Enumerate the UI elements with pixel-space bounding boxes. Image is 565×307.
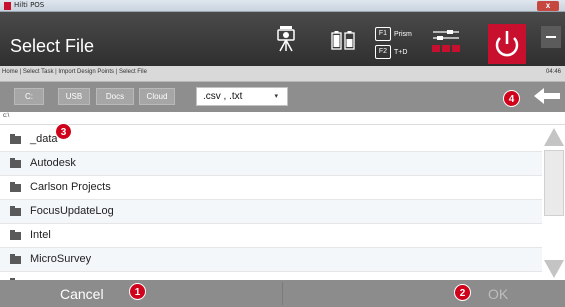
callout-badge-3: 3: [55, 123, 72, 140]
current-path-bar: c:\: [0, 112, 565, 125]
folder-name: MicroSurvey: [30, 253, 92, 265]
callout-badge-4: 4: [503, 90, 520, 107]
minimize-button[interactable]: [541, 26, 561, 48]
f1-key-label: F1: [375, 27, 391, 41]
drive-docs-button[interactable]: Docs: [96, 88, 134, 105]
current-path: c:\: [3, 113, 10, 119]
folder-name: Autodesk: [30, 157, 76, 169]
f2-key-description: T+D: [394, 48, 408, 56]
folder-icon: [10, 206, 21, 216]
drive-cloud-button[interactable]: Cloud: [139, 88, 175, 105]
callout-badge-2: 2: [454, 284, 471, 301]
callout-badge-1: 1: [129, 283, 146, 300]
f1-key-description: Prism: [394, 30, 412, 38]
list-item[interactable]: Intel: [0, 224, 542, 248]
scroll-up-arrow-icon[interactable]: [544, 128, 564, 146]
power-icon[interactable]: [488, 24, 526, 64]
folder-icon: [10, 158, 21, 168]
sliders-icon[interactable]: [431, 28, 461, 54]
vertical-scrollbar[interactable]: [543, 128, 565, 280]
list-item[interactable]: MicroSurvey: [0, 248, 542, 272]
drive-c-button[interactable]: C:: [14, 88, 44, 105]
file-list: _data Autodesk Carlson Projects FocusUpd…: [0, 128, 542, 280]
folder-name: Intel: [30, 229, 51, 241]
list-item[interactable]: Autodesk: [0, 152, 542, 176]
f2-key-label: F2: [375, 45, 391, 59]
prism-tripod-icon[interactable]: [276, 26, 296, 52]
breadcrumb-bar: Home | Select Task | Import Design Point…: [0, 66, 565, 82]
window-titlebar: Hilti POS x: [0, 0, 565, 12]
scrollbar-thumb[interactable]: [544, 150, 564, 216]
bottom-divider: [282, 282, 283, 305]
folder-icon: [10, 134, 21, 144]
scroll-down-arrow-icon[interactable]: [544, 260, 564, 278]
bottom-action-bar: Cancel OK: [0, 280, 565, 307]
f2-key-td[interactable]: F2 T+D: [375, 44, 412, 60]
list-item[interactable]: [0, 272, 542, 280]
folder-name: FocusUpdateLog: [30, 205, 114, 217]
file-toolbar: C: USB Docs Cloud .csv , .txt ▾: [0, 82, 565, 112]
cancel-button[interactable]: Cancel: [0, 280, 212, 307]
file-type-filter-value: .csv , .txt: [203, 91, 243, 102]
window-close-button[interactable]: x: [537, 1, 559, 11]
page-title: Select File: [10, 36, 95, 56]
back-arrow-icon[interactable]: [534, 88, 560, 104]
breadcrumb: Home | Select Task | Import Design Point…: [2, 69, 147, 75]
list-item[interactable]: FocusUpdateLog: [0, 200, 542, 224]
folder-name: Carlson Projects: [30, 181, 111, 193]
drive-usb-button[interactable]: USB: [58, 88, 90, 105]
battery-icon[interactable]: [331, 30, 355, 50]
cancel-label: Cancel: [60, 286, 104, 302]
folder-name: _data: [30, 133, 58, 145]
ok-button[interactable]: OK: [430, 280, 565, 307]
list-item[interactable]: Carlson Projects: [0, 176, 542, 200]
f1-key-prism[interactable]: F1 Prism: [375, 26, 412, 42]
minimize-icon: [546, 36, 556, 38]
ok-label: OK: [488, 286, 509, 302]
folder-icon: [10, 254, 21, 264]
list-item[interactable]: _data: [0, 128, 542, 152]
function-keys: F1 Prism F2 T+D: [375, 26, 412, 62]
folder-icon: [10, 182, 21, 192]
app-header: Select File F1 Prism F2 T+D: [0, 12, 565, 66]
chevron-down-icon: ▾: [274, 93, 278, 100]
file-type-filter-dropdown[interactable]: .csv , .txt ▾: [196, 87, 288, 106]
folder-icon: [10, 230, 21, 240]
clock: 04:46: [545, 69, 561, 75]
app-logo-icon: [4, 2, 11, 10]
window-title: Hilti POS: [14, 1, 45, 9]
